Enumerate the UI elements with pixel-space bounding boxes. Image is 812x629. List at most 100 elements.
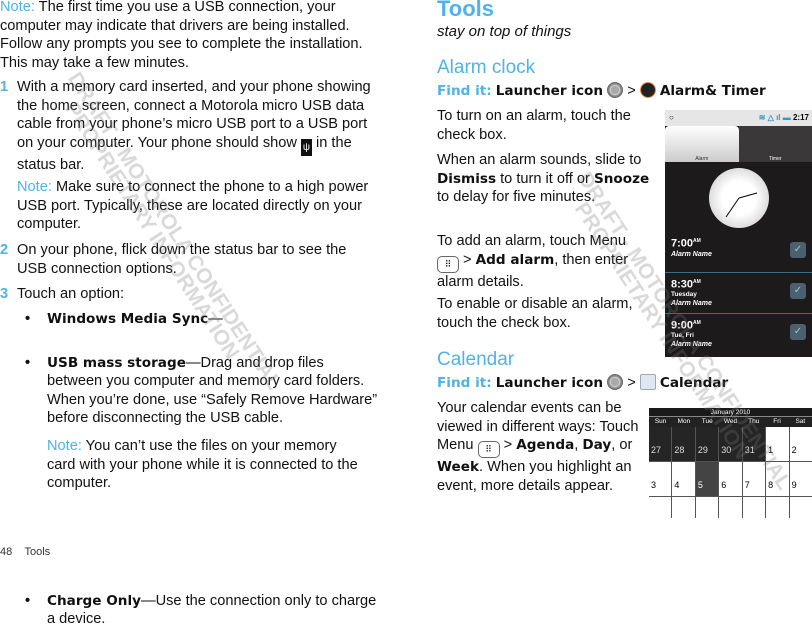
option-usb-mass-storage: •USB mass storage—Drag and drop files be… xyxy=(0,354,378,428)
weekday-label: Sat xyxy=(789,417,812,427)
note-text: The first time you use a USB connection,… xyxy=(0,0,363,71)
text: to turn it off or xyxy=(496,171,594,187)
menu-icon: ⠿ xyxy=(478,441,500,458)
footer: 48 Tools xyxy=(0,543,50,562)
page-subtitle: stay on top of things xyxy=(437,23,571,42)
calendar-day[interactable]: 7 xyxy=(743,462,765,496)
calendar-day[interactable]: 9 xyxy=(790,462,812,496)
alarm-row[interactable]: 9:00AM Tue, FriAlarm Name✓ xyxy=(665,314,812,355)
calendar-paragraph: Your calendar events can be viewed in di… xyxy=(437,399,647,495)
dismiss-label: Dismiss xyxy=(437,171,496,187)
calendar-heading: Calendar xyxy=(437,349,514,371)
calendar-day[interactable] xyxy=(766,497,788,518)
text: > xyxy=(459,252,476,268)
weekday-label: Sun xyxy=(649,417,672,427)
calendar-day[interactable] xyxy=(696,497,718,518)
calendar-label: Calendar xyxy=(660,375,728,391)
weekday-label: Tue xyxy=(696,417,719,427)
calendar-icon xyxy=(640,374,656,390)
step-1: 1With a memory card inserted, and your p… xyxy=(0,78,378,174)
calendar-month: January 2010 xyxy=(649,408,812,417)
calendar-day[interactable]: 2 xyxy=(790,427,812,461)
section-name: Tools xyxy=(24,546,50,558)
alarm-ampm: AM xyxy=(693,238,701,244)
text: > xyxy=(500,437,517,453)
calendar-day[interactable] xyxy=(719,497,741,518)
calendar-day[interactable] xyxy=(790,497,812,518)
alarm-name: Alarm Name xyxy=(671,340,806,350)
note-label: Note: xyxy=(17,179,52,195)
alarm-clock-icon xyxy=(640,82,656,98)
calendar-day[interactable]: 1 xyxy=(766,427,788,461)
tab-alarm[interactable]: Alarm xyxy=(665,126,739,162)
alarm-checkbox[interactable]: ✓ xyxy=(790,324,806,340)
step-number: 1 xyxy=(0,78,8,97)
day-label: Day xyxy=(582,437,611,453)
alarm-ampm: AM xyxy=(693,279,701,285)
alarm-paragraph: To turn on an alarm, touch the check box… xyxy=(437,107,652,144)
usb-icon: ψ xyxy=(301,139,312,156)
calendar-day[interactable] xyxy=(649,497,671,518)
sync-icon: ○ xyxy=(665,110,674,126)
text: , or xyxy=(611,437,632,453)
step-3: 3 Touch an option: xyxy=(0,285,378,304)
note-text: You can’t use the files on your memory c… xyxy=(47,438,358,491)
clock-hands xyxy=(709,168,769,228)
find-it-label: Find it: xyxy=(437,83,492,99)
calendar-grid: 272829303112 3456789 xyxy=(649,427,812,518)
weekday-label: Mon xyxy=(672,417,695,427)
step-number: 3 xyxy=(0,285,8,304)
calendar-day[interactable]: 3 xyxy=(649,462,671,496)
calendar-day[interactable]: 29 xyxy=(696,427,718,461)
alarm-paragraph: When an alarm sounds, slide to Dismiss t… xyxy=(437,151,652,207)
alarm-days: Tuesday xyxy=(671,291,806,299)
note-drivers: Note: The first time you use a USB conne… xyxy=(0,0,378,72)
calendar-day[interactable]: 31 xyxy=(743,427,765,461)
text: To add an alarm, touch Menu xyxy=(437,233,626,249)
calendar-day[interactable]: 4 xyxy=(672,462,694,496)
option-text: — xyxy=(208,311,223,327)
step-text: On your phone, flick down the status bar… xyxy=(17,242,346,277)
calendar-screenshot: January 2010 SunMonTueWedThuFriSat 27282… xyxy=(649,408,812,518)
weekday-header: SunMonTueWedThuFriSat xyxy=(649,417,812,427)
snooze-label: Snooze xyxy=(594,171,649,187)
alarm-find-it: Find it: Launcher icon > Alarm& Timer xyxy=(437,82,807,101)
calendar-day[interactable]: 6 xyxy=(719,462,741,496)
option-windows-media-sync: •Windows Media Sync— xyxy=(0,310,378,329)
menu-icon: ⠿ xyxy=(437,256,459,273)
calendar-day[interactable] xyxy=(672,497,694,518)
calendar-day[interactable] xyxy=(743,497,765,518)
separator: > xyxy=(627,83,636,99)
step-text: Touch an option: xyxy=(17,286,124,302)
calendar-day[interactable]: 30 xyxy=(719,427,741,461)
status-time: 2:17 xyxy=(793,113,809,122)
alarm-checkbox[interactable]: ✓ xyxy=(790,283,806,299)
launcher-label: Launcher icon xyxy=(496,83,603,99)
alarm-row[interactable]: 8:30AMTuesdayAlarm Name✓ xyxy=(665,273,812,314)
calendar-day[interactable]: 8 xyxy=(766,462,788,496)
calendar-day[interactable]: 27 xyxy=(649,427,671,461)
alarm-time: 7:00 xyxy=(671,238,693,250)
calendar-find-it: Find it: Launcher icon > Calendar xyxy=(437,374,807,393)
note-usb-port: Note: Make sure to connect the phone to … xyxy=(0,178,378,234)
alarm-name: Alarm Name xyxy=(671,250,806,260)
step-2: 2On your phone, flick down the status ba… xyxy=(0,241,378,278)
text: When an alarm sounds, slide to xyxy=(437,152,641,168)
alarm-timer-label: Alarm& Timer xyxy=(660,83,766,99)
weekday-label: Wed xyxy=(719,417,742,427)
note-label: Note: xyxy=(0,0,35,15)
alarm-ampm: AM xyxy=(693,320,701,326)
calendar-day[interactable]: 28 xyxy=(672,427,694,461)
calendar-day[interactable]: 5 xyxy=(696,462,718,496)
alarm-paragraph: To add an alarm, touch Menu ⠿ > Add alar… xyxy=(437,232,652,291)
alarm-time: 9:00 xyxy=(671,320,693,332)
page-number: 48 xyxy=(0,546,12,558)
analog-clock xyxy=(709,168,769,228)
tab-timer[interactable]: Timer xyxy=(739,126,812,162)
option-title: Windows Media Sync xyxy=(47,311,208,327)
page-title: Tools xyxy=(437,0,494,20)
launcher-icon xyxy=(607,82,623,98)
alarm-checkbox[interactable]: ✓ xyxy=(790,242,806,258)
alarm-days: Tue, Fri xyxy=(671,332,806,340)
alarm-row[interactable]: 7:00AM Alarm Name✓ xyxy=(665,232,812,273)
